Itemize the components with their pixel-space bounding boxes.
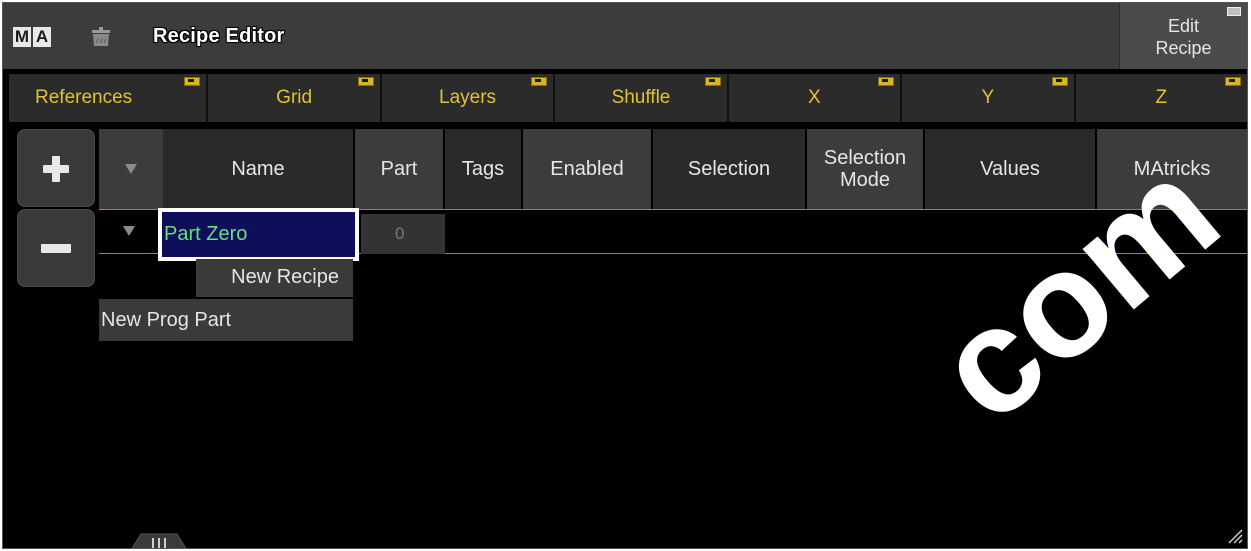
column-header-part[interactable]: Part	[355, 129, 443, 209]
tab-indicator-icon	[357, 77, 374, 86]
tab-indicator-icon	[184, 77, 201, 86]
column-label: Name	[231, 158, 285, 180]
column-label: Part	[380, 158, 418, 180]
column-label: Values	[980, 158, 1040, 180]
row-part-cell[interactable]: 0	[361, 214, 445, 254]
window-title: Recipe Editor	[153, 25, 285, 47]
column-header-enabled[interactable]: Enabled	[523, 129, 651, 209]
tab-label: Grid	[276, 87, 313, 108]
tab-label: Shuffle	[611, 87, 671, 108]
logo-letter-m: M	[13, 27, 31, 47]
tab-label: X	[808, 87, 821, 108]
tab-z[interactable]: Z	[1075, 74, 1247, 122]
new-prog-part-button[interactable]: New Prog Part	[99, 299, 353, 341]
tab-indicator-icon	[531, 77, 548, 86]
tab-references[interactable]: References	[9, 74, 209, 122]
plus-icon-vertical	[52, 156, 60, 182]
tab-indicator-icon	[704, 77, 721, 86]
column-header-tags[interactable]: Tags	[445, 129, 521, 209]
column-label-line2: Mode	[839, 169, 891, 191]
row-name-cell[interactable]: Part Zero	[158, 208, 359, 261]
tab-layers[interactable]: Layers	[381, 74, 556, 122]
title-bar: M A Recipe Editor Edit Recipe	[3, 3, 1247, 69]
edit-recipe-label-line2: Recipe	[1155, 38, 1212, 58]
tab-indicator-icon	[1051, 77, 1068, 86]
tab-label: Z	[1155, 87, 1168, 108]
triangle-down-icon	[125, 164, 137, 174]
tab-indicator-icon	[1224, 77, 1241, 86]
column-header-selection[interactable]: Selection	[653, 129, 805, 209]
column-label: Enabled	[550, 158, 624, 180]
row-collapse-icon[interactable]	[123, 226, 135, 236]
scroll-handle-icon[interactable]	[131, 530, 187, 549]
tab-indicator-icon	[878, 77, 895, 86]
remove-button[interactable]	[17, 209, 95, 287]
recipe-pot-icon	[92, 27, 110, 46]
edit-recipe-label-line1: Edit	[1167, 16, 1200, 36]
column-label: Tags	[461, 158, 505, 180]
ma-logo: M A	[13, 27, 51, 47]
logo-letter-a: A	[33, 27, 51, 47]
add-button[interactable]	[17, 129, 95, 207]
column-label-line1: Selection	[823, 147, 907, 169]
tab-y[interactable]: Y	[902, 74, 1076, 122]
tab-shuffle[interactable]: Shuffle	[555, 74, 729, 122]
resize-grip-icon[interactable]	[1225, 526, 1243, 544]
expand-all-toggle[interactable]	[99, 129, 163, 209]
tab-label: References	[35, 87, 133, 108]
tab-label: Y	[981, 87, 995, 108]
edit-indicator-icon	[1227, 7, 1241, 16]
column-header-selection-mode[interactable]: Selection Mode	[807, 129, 923, 209]
new-recipe-button[interactable]: New Recipe	[196, 259, 353, 297]
recipe-editor-window: M A Recipe Editor Edit Recipe References…	[2, 2, 1248, 549]
column-label: Selection	[687, 158, 771, 180]
minus-icon	[41, 244, 71, 253]
edit-recipe-button[interactable]: Edit Recipe	[1119, 3, 1247, 69]
tab-row: References Grid Layers Shuffle X Y Z	[9, 74, 1247, 122]
tab-x[interactable]: X	[728, 74, 903, 122]
tab-label: Layers	[439, 87, 497, 108]
column-header-name[interactable]: Name	[163, 129, 353, 209]
tab-grid[interactable]: Grid	[208, 74, 382, 122]
